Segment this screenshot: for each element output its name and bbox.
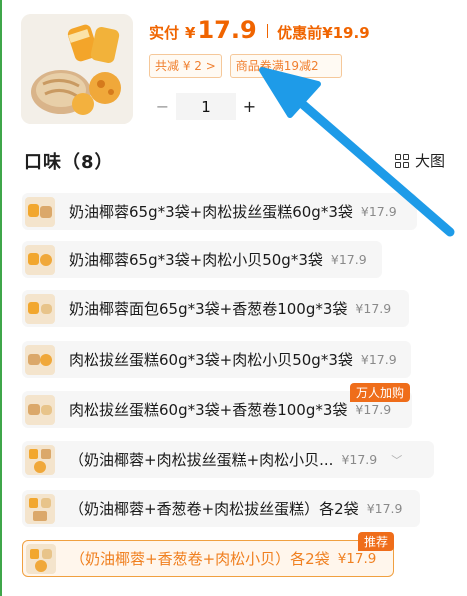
option-6[interactable]: （奶油椰蓉+肉松拔丝蛋糕+肉松小贝... ¥17.9 ﹀ bbox=[22, 441, 434, 478]
option-label: 奶油椰蓉65g*3袋+肉松小贝50g*3袋 bbox=[69, 251, 323, 269]
option-price: ¥17.9 bbox=[341, 452, 378, 467]
chevron-down-icon[interactable]: ﹀ bbox=[391, 452, 402, 468]
option-7[interactable]: （奶油椰蓉+香葱卷+肉松拔丝蛋糕）各2袋 ¥17.9 bbox=[22, 490, 420, 527]
option-thumbnail bbox=[25, 344, 55, 375]
option-thumbnail bbox=[25, 293, 55, 324]
popular-badge: 万人加购 bbox=[350, 383, 411, 402]
option-3[interactable]: 奶油椰蓉面包65g*3袋+香葱卷100g*3袋 ¥17.9 bbox=[22, 290, 409, 327]
option-label: 奶油椰蓉65g*3袋+肉松拔丝蛋糕60g*3袋 bbox=[69, 203, 353, 221]
flavor-section-title: 口味（8） bbox=[24, 152, 114, 173]
option-2[interactable]: 奶油椰蓉65g*3袋+肉松小贝50g*3袋 ¥17.9 bbox=[22, 241, 382, 278]
option-thumbnail bbox=[25, 196, 55, 227]
quantity-value[interactable]: 1 bbox=[176, 93, 236, 120]
option-price: ¥17.9 bbox=[337, 550, 377, 567]
option-price: ¥17.9 bbox=[355, 301, 392, 316]
quantity-stepper: − 1 + bbox=[149, 93, 263, 120]
option-label: （奶油椰蓉+香葱卷+肉松小贝）各2袋 bbox=[70, 550, 330, 568]
option-price: ¥17.9 bbox=[355, 402, 392, 417]
price-divider bbox=[266, 24, 269, 38]
option-thumbnail bbox=[25, 244, 55, 275]
original-label: 优惠前 bbox=[277, 24, 323, 42]
original-price: ¥19.9 bbox=[322, 24, 370, 42]
option-label: 肉松拔丝蛋糕60g*3袋+香葱卷100g*3袋 bbox=[69, 401, 348, 419]
option-thumbnail bbox=[26, 543, 56, 574]
pay-label: 实付 bbox=[149, 24, 180, 42]
price-line: 实付 ¥ 17.9 优惠前 ¥19.9 bbox=[149, 16, 370, 46]
coupon-tag[interactable]: 商品券满19减2 bbox=[229, 54, 342, 78]
total-discount-tag[interactable]: 共减 ¥ 2 > bbox=[149, 54, 222, 78]
option-4[interactable]: 肉松拔丝蛋糕60g*3袋+肉松小贝50g*3袋 ¥17.9 bbox=[22, 341, 411, 378]
view-toggle-label: 大图 bbox=[414, 152, 445, 170]
option-price: ¥17.9 bbox=[360, 204, 397, 219]
option-1[interactable]: 奶油椰蓉65g*3袋+肉松拔丝蛋糕60g*3袋 ¥17.9 bbox=[22, 193, 417, 230]
option-label: （奶油椰蓉+香葱卷+肉松拔丝蛋糕）各2袋 bbox=[69, 500, 359, 518]
option-price: ¥17.9 bbox=[366, 501, 403, 516]
option-label: 奶油椰蓉面包65g*3袋+香葱卷100g*3袋 bbox=[69, 300, 348, 318]
decrease-button[interactable]: − bbox=[149, 93, 176, 120]
discount-tags: 共减 ¥ 2 > 商品券满19减2 bbox=[149, 54, 342, 78]
grid-icon bbox=[394, 153, 409, 168]
large-view-toggle[interactable]: 大图 bbox=[394, 150, 445, 171]
option-label: 肉松拔丝蛋糕60g*3袋+肉松小贝50g*3袋 bbox=[69, 351, 353, 369]
option-price: ¥17.9 bbox=[330, 252, 367, 267]
option-thumbnail bbox=[25, 444, 55, 475]
option-label: （奶油椰蓉+肉松拔丝蛋糕+肉松小贝... bbox=[69, 451, 334, 469]
option-8-selected[interactable]: （奶油椰蓉+香葱卷+肉松小贝）各2袋 ¥17.9 bbox=[22, 540, 394, 577]
option-thumbnail bbox=[25, 394, 55, 425]
currency-symbol: ¥ bbox=[185, 24, 196, 42]
option-thumbnail bbox=[25, 493, 55, 524]
increase-button[interactable]: + bbox=[236, 93, 263, 120]
product-image bbox=[21, 14, 133, 124]
option-price: ¥17.9 bbox=[360, 352, 397, 367]
pay-price: 17.9 bbox=[197, 16, 257, 44]
recommend-badge: 推荐 bbox=[358, 532, 395, 551]
